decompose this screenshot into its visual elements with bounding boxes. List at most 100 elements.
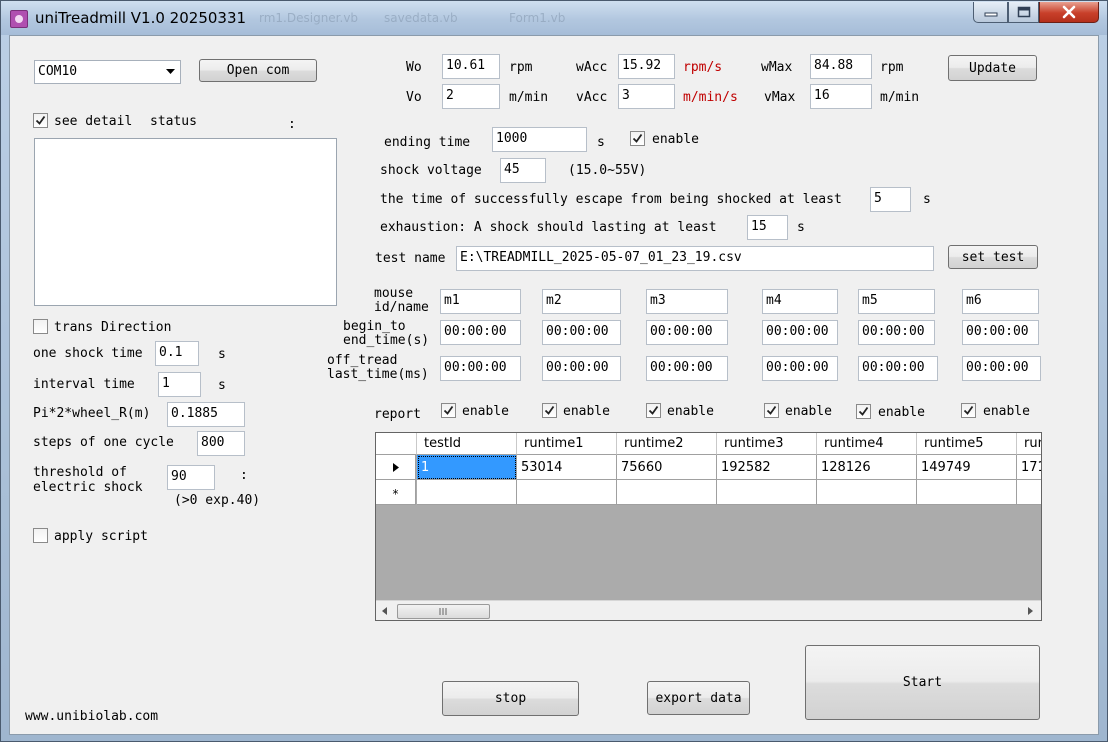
mouse-3-off-input[interactable]: 00:00:00	[646, 356, 728, 381]
grid-header-runtime2[interactable]: runtime2	[617, 433, 717, 455]
minimize-button[interactable]	[973, 2, 1008, 23]
shock-voltage-input[interactable]: 45	[500, 158, 546, 183]
close-button[interactable]	[1039, 2, 1099, 23]
mouse-1-off-input[interactable]: 00:00:00	[440, 356, 521, 381]
ending-time-input[interactable]: 1000	[492, 127, 587, 152]
grid-horizontal-scrollbar[interactable]	[376, 600, 1041, 620]
mouse-6-begin-input[interactable]: 00:00:00	[962, 320, 1039, 345]
wacc-input[interactable]: 15.92	[618, 54, 675, 79]
grid-header-runtime5[interactable]: runtime5	[917, 433, 1017, 455]
update-button[interactable]: Update	[948, 55, 1037, 81]
wmax-unit: rpm	[880, 60, 904, 75]
one-shock-time-unit: s	[218, 347, 226, 362]
wacc-unit: rpm/s	[683, 60, 723, 75]
grid-new-cell[interactable]	[617, 480, 717, 505]
website-label: www.unibiolab.com	[25, 709, 159, 724]
status-log-box[interactable]	[34, 138, 337, 306]
mouse-2-enable-checkbox[interactable]	[542, 403, 557, 418]
mouse-4-name-input[interactable]: m4	[762, 289, 838, 314]
grid-cell-runtime1[interactable]: 53014	[517, 455, 617, 480]
see-detail-checkbox[interactable]	[33, 113, 48, 128]
mouse-6-enable-checkbox[interactable]	[961, 403, 976, 418]
grid-cell-runtime6[interactable]: 171	[1017, 455, 1041, 480]
vacc-input[interactable]: 3	[618, 84, 675, 109]
mouse-4-enable-checkbox[interactable]	[764, 403, 779, 418]
main-panel: COM10 Open com see detail status : trans…	[9, 35, 1099, 735]
checkmark-icon	[632, 133, 643, 143]
apply-script-checkbox[interactable]	[33, 528, 48, 543]
shock-voltage-label: shock voltage	[380, 163, 482, 178]
grid-new-cell[interactable]	[1017, 480, 1041, 505]
begin-end-label-line2: end_time(s)	[343, 333, 430, 348]
steps-per-cycle-input[interactable]: 800	[197, 431, 245, 456]
grid-new-cell[interactable]	[817, 480, 917, 505]
wo-label: Wo	[406, 60, 422, 75]
grid-header-runtime4[interactable]: runtime4	[817, 433, 917, 455]
grid-cell-runtime5[interactable]: 149749	[917, 455, 1017, 480]
mouse-1-begin-input[interactable]: 00:00:00	[440, 320, 521, 345]
mouse-5-begin-input[interactable]: 00:00:00	[858, 320, 935, 345]
grid-header-testid[interactable]: testId	[417, 433, 517, 455]
mouse-6-name-input[interactable]: m6	[962, 289, 1039, 314]
com-port-select[interactable]: COM10	[34, 60, 181, 84]
checkmark-icon	[963, 405, 974, 415]
grid-cell-runtime3[interactable]: 192582	[717, 455, 817, 480]
grid-new-cell[interactable]	[917, 480, 1017, 505]
mouse-5-enable-checkbox[interactable]	[856, 404, 871, 419]
escape-time-input[interactable]: 5	[870, 187, 911, 212]
grid-new-cell[interactable]	[717, 480, 817, 505]
results-grid[interactable]: testId runtime1 runtime2 runtime3 runtim…	[375, 432, 1042, 621]
mouse-3-enable-checkbox[interactable]	[646, 403, 661, 418]
mouse-1-enable-checkbox[interactable]	[441, 403, 456, 418]
report-label: report	[374, 407, 421, 422]
wo-input[interactable]: 10.61	[442, 54, 500, 79]
grid-new-cell[interactable]	[417, 480, 517, 505]
maximize-button[interactable]	[1008, 2, 1039, 23]
open-com-button[interactable]: Open com	[199, 59, 317, 82]
wheel-circumference-input[interactable]: 0.1885	[167, 402, 245, 427]
grid-new-cell[interactable]	[517, 480, 617, 505]
vmax-input[interactable]: 16	[810, 84, 872, 109]
one-shock-time-input[interactable]: 0.1	[155, 341, 199, 366]
mouse-id-label-line2: id/name	[374, 300, 429, 315]
grid-cell-testid[interactable]: 1	[417, 455, 517, 480]
mouse-2-begin-input[interactable]: 00:00:00	[542, 320, 621, 345]
grid-header-runtime1[interactable]: runtime1	[517, 433, 617, 455]
grid-cell-runtime2[interactable]: 75660	[617, 455, 717, 480]
off-tread-label-line2: last_time(ms)	[327, 367, 429, 382]
grid-new-row-selector[interactable]: *	[376, 480, 416, 505]
set-test-button[interactable]: set test	[948, 245, 1038, 269]
one-shock-time-label: one shock time	[33, 346, 143, 361]
scroll-right-icon[interactable]	[1028, 607, 1034, 615]
mouse-4-begin-input[interactable]: 00:00:00	[762, 320, 838, 345]
export-data-button[interactable]: export data	[647, 681, 750, 715]
start-button[interactable]: Start	[805, 645, 1040, 720]
wmax-input[interactable]: 84.88	[810, 54, 872, 79]
mouse-4-off-input[interactable]: 00:00:00	[762, 356, 838, 381]
vo-label: Vo	[406, 90, 422, 105]
mouse-3-begin-input[interactable]: 00:00:00	[646, 320, 728, 345]
mouse-6-off-input[interactable]: 00:00:00	[962, 356, 1041, 381]
vo-input[interactable]: 2	[442, 84, 500, 109]
grid-cell-runtime4[interactable]: 128126	[817, 455, 917, 480]
threshold-input[interactable]: 90	[167, 465, 215, 490]
mouse-5-off-input[interactable]: 00:00:00	[858, 356, 938, 381]
scroll-left-icon[interactable]	[382, 607, 388, 615]
trans-direction-checkbox[interactable]	[33, 319, 48, 334]
stop-button[interactable]: stop	[442, 681, 579, 716]
ending-time-enable-checkbox[interactable]	[630, 131, 645, 146]
test-name-input[interactable]: E:\TREADMILL_2025-05-07_01_23_19.csv	[456, 246, 934, 271]
title-bar[interactable]: uniTreadmill V1.0 20250331 rm1.Designer.…	[1, 1, 1107, 35]
interval-time-input[interactable]: 1	[158, 372, 201, 397]
exhaustion-label: exhaustion: A shock should lasting at le…	[380, 220, 717, 235]
exhaustion-input[interactable]: 15	[747, 215, 788, 240]
mouse-1-name-input[interactable]: m1	[440, 289, 521, 314]
grid-row-selector[interactable]	[376, 455, 416, 480]
mouse-5-name-input[interactable]: m5	[858, 289, 935, 314]
grid-header-runtime3[interactable]: runtime3	[717, 433, 817, 455]
scrollbar-thumb[interactable]	[397, 604, 490, 619]
mouse-2-off-input[interactable]: 00:00:00	[542, 356, 621, 381]
mouse-3-name-input[interactable]: m3	[646, 289, 728, 314]
grid-header-runtime6[interactable]: runtime6	[1017, 433, 1041, 455]
mouse-2-name-input[interactable]: m2	[542, 289, 621, 314]
